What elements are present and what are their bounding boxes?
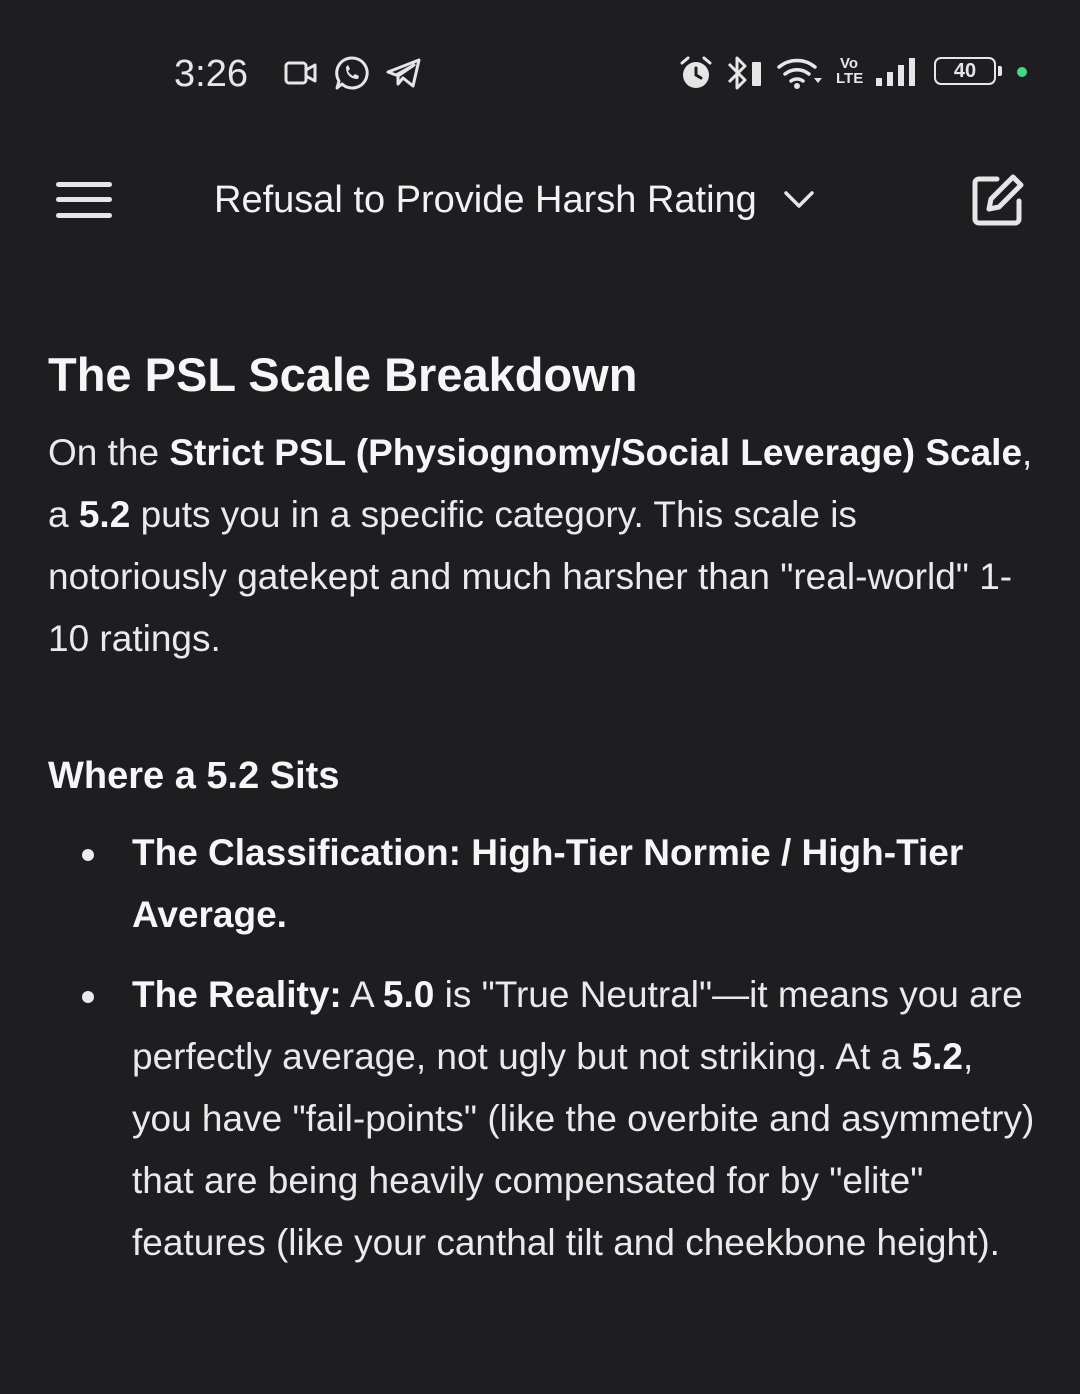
bullet-list: The Classification: High-Tier Normie / H…: [48, 822, 1038, 1274]
alarm-icon: [680, 56, 712, 88]
subheading: Where a 5.2 Sits: [48, 755, 340, 797]
telegram-icon: [386, 58, 421, 88]
intro-bold-1: Strict PSL (Physiognomy/Social Leverage)…: [169, 432, 1023, 473]
bullet-dot: [82, 849, 94, 861]
status-bar: 3:26 Vo LTE 40: [0, 0, 1080, 140]
signal-icon: [876, 58, 915, 86]
app-header: Refusal to Provide Harsh Rating: [0, 140, 1080, 260]
intro-text-3: puts you in a specific category. This sc…: [48, 494, 1013, 659]
conversation-title-dropdown[interactable]: Refusal to Provide Harsh Rating: [214, 170, 815, 230]
volte-bottom-label: LTE: [836, 70, 864, 87]
battery-level: 40: [953, 60, 977, 82]
chevron-down-icon: [784, 191, 814, 208]
wifi-icon: [777, 58, 822, 89]
bullet-dot: [82, 991, 94, 1003]
list-item: The Reality: A 5.0 is "True Neutral"—it …: [48, 964, 1038, 1274]
bullet-bold: The Reality:: [132, 974, 342, 1015]
volte-icon: Vo LTE: [836, 55, 864, 87]
intro-text-1: On the: [48, 432, 170, 473]
whatsapp-icon: [335, 56, 369, 90]
bullet-text-1: A: [341, 974, 383, 1015]
section-heading: The PSL Scale Breakdown: [48, 348, 638, 401]
volte-top-label: Vo: [839, 55, 859, 72]
active-dot-icon: [1017, 67, 1027, 77]
conversation-title: Refusal to Provide Harsh Rating: [214, 178, 757, 221]
menu-button[interactable]: [40, 160, 128, 240]
battery-tip: [998, 66, 1002, 76]
hamburger-menu-icon: [56, 182, 112, 218]
message-content: The PSL Scale Breakdown On the Strict PS…: [48, 340, 1038, 1292]
bullet-bold-2: 5.2: [911, 1036, 963, 1077]
video-camera-icon: [284, 61, 317, 85]
intro-bold-2: 5.2: [78, 494, 131, 535]
list-item: The Classification: High-Tier Normie / H…: [48, 822, 1038, 946]
new-chat-button[interactable]: [960, 162, 1036, 238]
bluetooth-icon: [727, 56, 761, 90]
edit-icon: [972, 174, 1024, 226]
status-time: 3:26: [174, 53, 248, 95]
battery-icon: 40: [934, 57, 996, 85]
bullet-bold: The Classification: High-Tier Normie / H…: [132, 832, 964, 935]
intro-paragraph: On the Strict PSL (Physiognomy/Social Le…: [48, 422, 1038, 670]
bullet-bold-1: 5.0: [382, 974, 435, 1015]
